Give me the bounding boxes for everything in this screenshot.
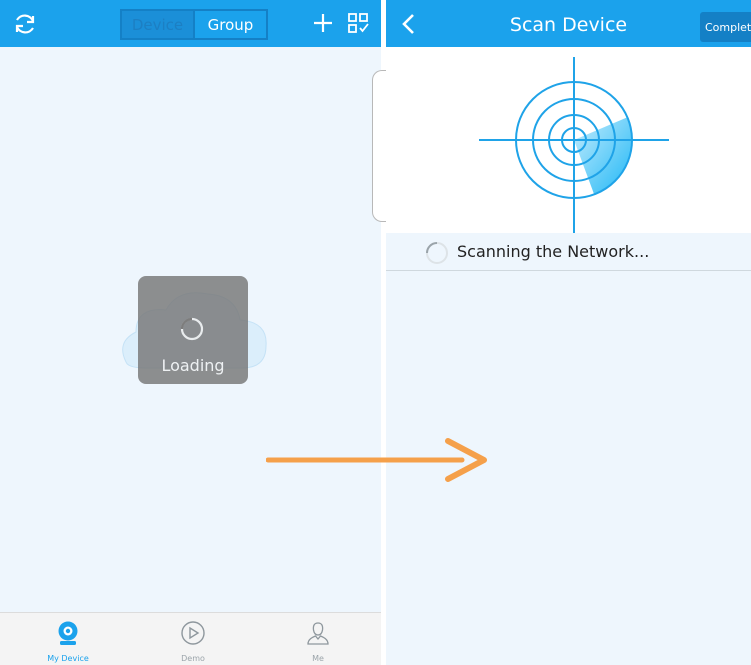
plus-icon bbox=[314, 14, 332, 32]
radar-scan-icon bbox=[479, 57, 669, 233]
arrow-right-icon bbox=[266, 438, 487, 482]
top-bar: Scan Device Complete bbox=[386, 0, 751, 47]
loading-spinner-icon bbox=[180, 317, 204, 341]
add-device-button[interactable] bbox=[312, 12, 334, 34]
scanning-spinner-icon bbox=[426, 242, 448, 264]
nav-me[interactable]: Me bbox=[273, 613, 363, 665]
nav-label-my-device: My Device bbox=[47, 654, 89, 663]
scan-device-screen: Scan Device Complete Scanning the Networ… bbox=[386, 0, 751, 665]
page-title: Scan Device bbox=[509, 14, 628, 36]
device-group-toggle: Device Group bbox=[120, 9, 268, 40]
top-bar: Device Group bbox=[0, 0, 381, 47]
nav-label-me: Me bbox=[312, 654, 324, 663]
bottom-nav: My Device Demo Me bbox=[0, 612, 381, 665]
qr-scan-button[interactable] bbox=[347, 12, 369, 34]
nav-demo[interactable]: Demo bbox=[148, 613, 238, 665]
scan-status-text: Scanning the Network... bbox=[457, 242, 650, 261]
tab-device[interactable]: Device bbox=[122, 11, 193, 38]
refresh-button[interactable] bbox=[12, 11, 38, 37]
complete-button[interactable]: Complete bbox=[700, 12, 751, 42]
qr-scan-icon bbox=[348, 13, 369, 33]
tab-group[interactable]: Group bbox=[193, 11, 266, 38]
radar-panel bbox=[386, 47, 751, 233]
loading-label: Loading bbox=[161, 356, 225, 375]
nav-label-demo: Demo bbox=[181, 654, 205, 663]
my-device-screen: Device Group Loading My Device Demo Me bbox=[0, 0, 381, 665]
camera-icon bbox=[58, 621, 78, 645]
background-card-edge bbox=[372, 70, 387, 222]
user-icon bbox=[307, 622, 329, 645]
refresh-icon bbox=[15, 14, 35, 34]
loading-overlay: Loading bbox=[138, 276, 248, 384]
play-icon bbox=[181, 621, 205, 645]
nav-my-device[interactable]: My Device bbox=[23, 613, 113, 665]
scan-status-row: Scanning the Network... bbox=[386, 233, 751, 271]
